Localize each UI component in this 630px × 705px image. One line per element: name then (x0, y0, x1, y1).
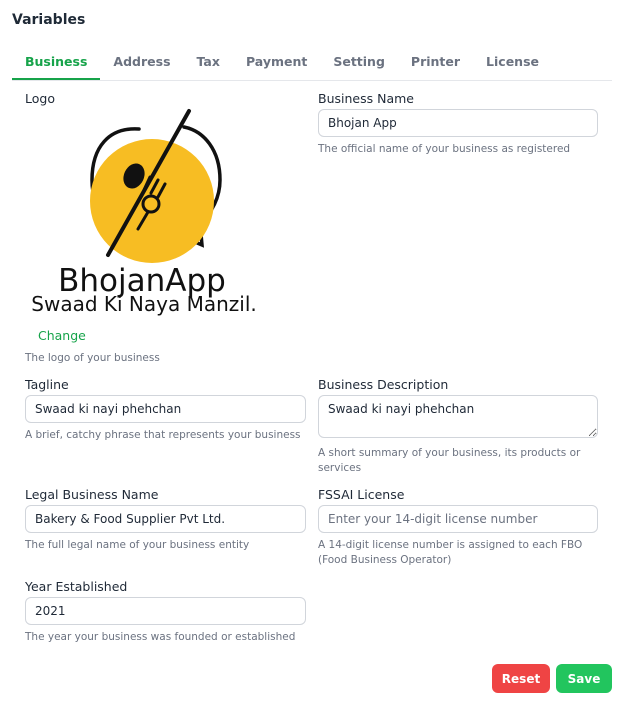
legal-name-label: Legal Business Name (25, 487, 159, 502)
tagline-help: A brief, catchy phrase that represents y… (25, 429, 301, 441)
year-established-help: The year your business was founded or es… (25, 631, 296, 643)
year-established-label: Year Established (25, 579, 128, 594)
business-logo-image: BhojanApp Swaad Ki Naya Manzil. (31, 109, 257, 316)
business-name-input[interactable] (318, 109, 598, 137)
business-name-help: The official name of your business as re… (318, 143, 571, 155)
business-name-label: Business Name (318, 91, 414, 106)
tab-printer[interactable]: Printer (398, 48, 473, 80)
save-button[interactable]: Save (556, 664, 612, 693)
tab-tax[interactable]: Tax (184, 48, 233, 80)
logo-circle (90, 139, 214, 263)
tab-bar: Business Address Tax Payment Setting Pri… (12, 48, 612, 81)
logo-help: The logo of your business (25, 352, 160, 364)
fssai-license-label: FSSAI License (318, 487, 405, 502)
logo-tagline-text: Swaad Ki Naya Manzil. (31, 292, 256, 316)
legal-name-input[interactable] (25, 505, 306, 533)
tagline-label: Tagline (25, 377, 69, 392)
year-established-input[interactable] (25, 597, 306, 625)
change-logo-link[interactable]: Change (38, 328, 86, 343)
reset-button[interactable]: Reset (492, 664, 550, 693)
tab-payment[interactable]: Payment (233, 48, 320, 80)
tab-address[interactable]: Address (100, 48, 183, 80)
legal-name-help: The full legal name of your business ent… (25, 539, 250, 551)
logo-label: Logo (25, 91, 55, 106)
fssai-license-help: A 14-digit license number is assigned to… (318, 539, 583, 566)
business-description-textarea[interactable]: Swaad ki nayi phehchan (318, 395, 598, 438)
business-logo: BhojanApp Swaad Ki Naya Manzil. (24, 105, 274, 320)
tab-license[interactable]: License (473, 48, 552, 80)
tab-setting[interactable]: Setting (320, 48, 398, 80)
fssai-license-input[interactable] (318, 505, 598, 533)
business-description-label: Business Description (318, 377, 449, 392)
business-description-help: A short summary of your business, its pr… (318, 447, 581, 474)
tab-business[interactable]: Business (12, 48, 101, 80)
page-title: Variables (12, 12, 86, 28)
tagline-input[interactable] (25, 395, 306, 423)
